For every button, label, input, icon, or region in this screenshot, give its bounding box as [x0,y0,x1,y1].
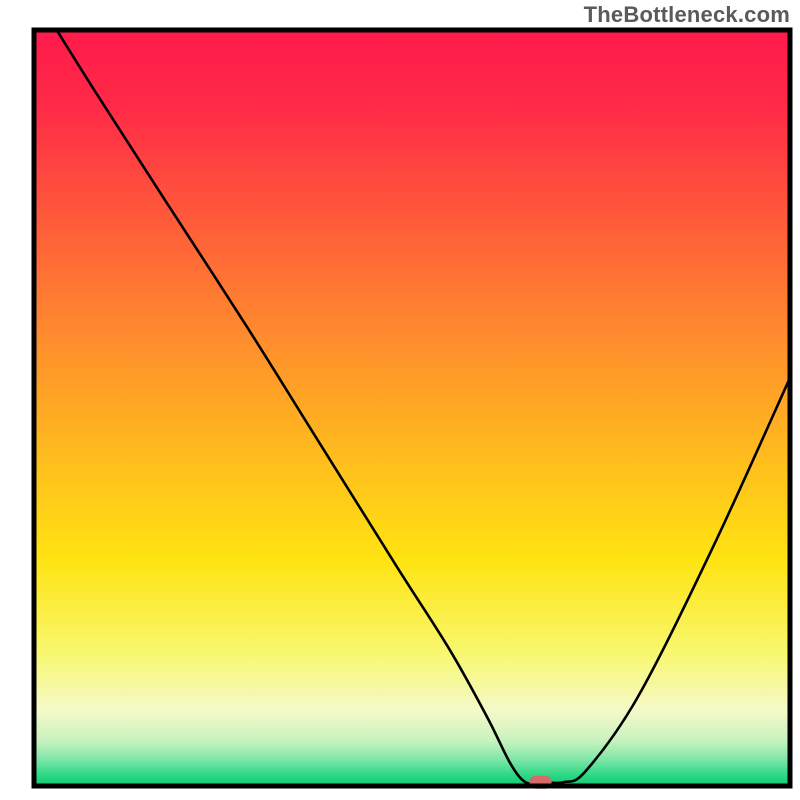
plot-background [34,30,790,786]
chart-svg [0,0,800,800]
chart-container: TheBottleneck.com [0,0,800,800]
watermark-text: TheBottleneck.com [584,2,790,28]
